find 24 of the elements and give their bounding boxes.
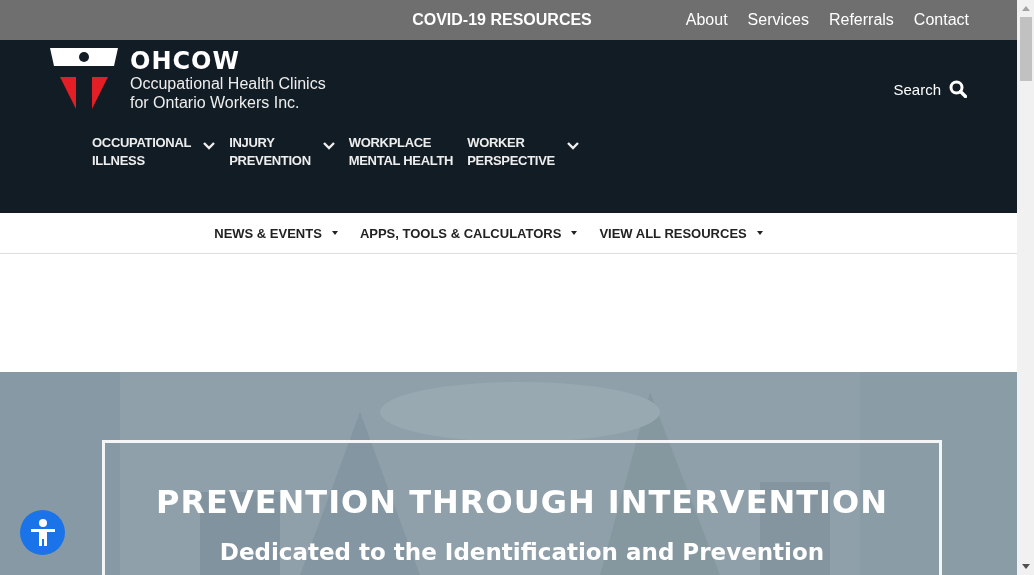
logo-tagline: for Ontario Workers Inc. [130,93,301,112]
sub-nav-item[interactable]: APPS, TOOLS & CALCULATORS [359,225,578,241]
scrollbar-thumb[interactable] [1019,17,1032,81]
logo-icon[interactable] [48,48,120,110]
top-nav-link[interactable]: Services [747,11,809,29]
main-nav-item[interactable]: INJURY PREVENTION [229,134,335,170]
sub-nav-item[interactable]: NEWS & EVENTS [214,225,338,241]
logo-tagline: Occupational Health Clinics [130,74,326,93]
hero-subheading: Dedicated to the Identification and Prevention [219,539,825,565]
person-icon [29,518,56,547]
search-button[interactable]: Search [893,80,967,98]
main-nav-item[interactable]: OCCUPATIONAL ILLNESS [92,134,216,170]
logo-name: OHCOW [130,48,241,74]
covid-resources-link[interactable]: COVID-19 RESOURCES [412,11,592,29]
hero-heading: PREVENTION THROUGH INTERVENTION [156,483,888,521]
sub-nav-item[interactable]: VIEW ALL RESOURCES [599,225,763,241]
top-nav-link[interactable]: About [685,11,728,29]
main-nav-item[interactable]: WORKER PERSPECTIVE [467,134,579,170]
search-icon [949,80,967,98]
top-nav-link[interactable]: Referrals [828,11,894,29]
top-nav-link[interactable]: Contact [913,11,969,29]
main-nav-item[interactable]: WORKPLACE MENTAL HEALTH [348,134,454,170]
scroll-down-icon[interactable] [1021,564,1030,569]
scrollbar[interactable] [1017,0,1034,575]
